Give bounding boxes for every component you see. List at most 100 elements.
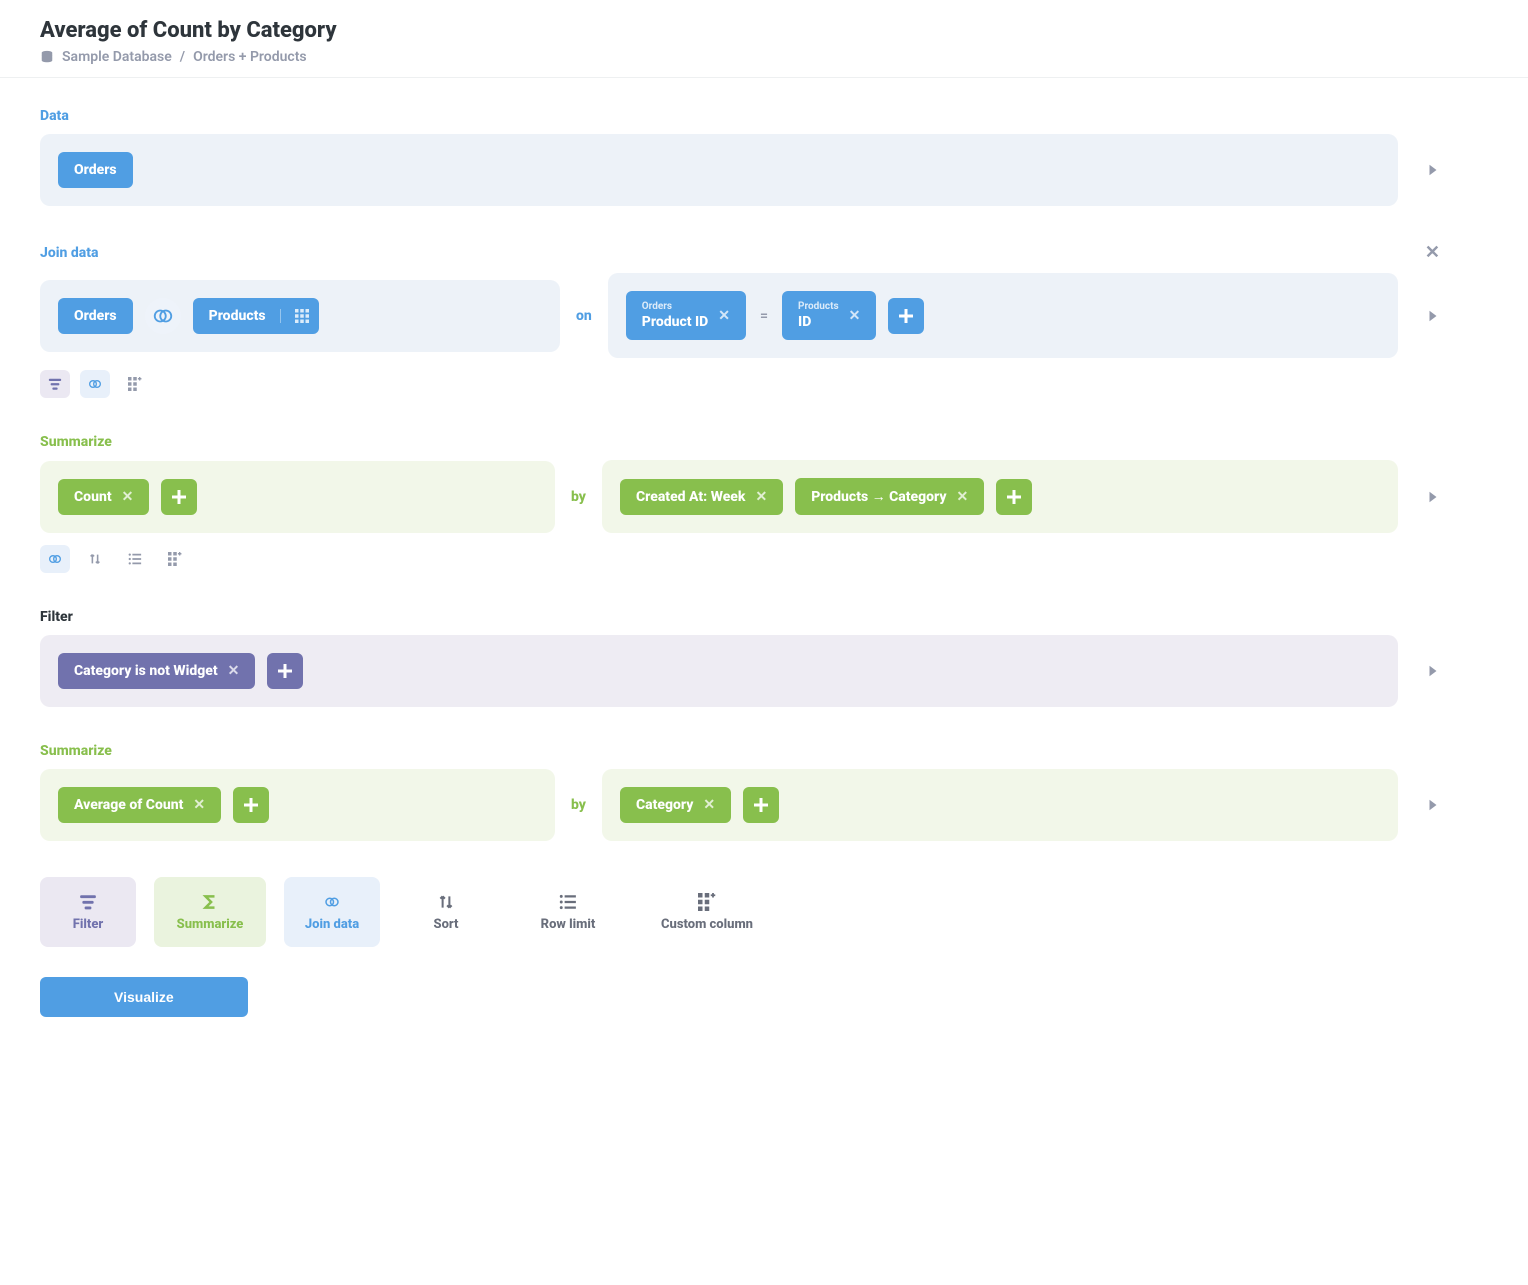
action-rowlimit-button[interactable]: Row limit xyxy=(512,877,624,947)
filter-panel: Category is not Widget ✕ xyxy=(40,635,1398,707)
remove-filter-icon[interactable]: ✕ xyxy=(228,663,240,679)
aggregation-panel-1: Count ✕ xyxy=(40,461,555,533)
action-join-button[interactable]: Join data xyxy=(284,877,380,947)
action-summarize-button[interactable]: Summarize xyxy=(154,877,266,947)
groupby-category-chip[interactable]: Products → Category ✕ xyxy=(795,478,984,515)
join-section: Join data ✕ Orders Products on xyxy=(40,242,1440,398)
plus-icon xyxy=(753,797,769,813)
breadcrumb-database[interactable]: Sample Database xyxy=(62,49,172,65)
summarize-step-actions xyxy=(40,545,1440,573)
plus-icon xyxy=(171,489,187,505)
list-icon xyxy=(559,893,577,911)
join-right-table-chip[interactable]: Products xyxy=(193,298,319,334)
filter-condition-chip[interactable]: Category is not Widget ✕ xyxy=(58,653,255,689)
aggregation-avg-chip[interactable]: Average of Count ✕ xyxy=(58,787,221,823)
grid-plus-icon xyxy=(698,893,716,911)
summarize-by-connector: by xyxy=(567,489,590,505)
add-join-step-button[interactable] xyxy=(80,370,110,398)
breadcrumb-separator: / xyxy=(180,49,185,65)
plus-icon xyxy=(898,308,914,324)
data-source-chip[interactable]: Orders xyxy=(58,152,133,188)
sigma-icon xyxy=(201,893,219,911)
join-columns-icon[interactable] xyxy=(280,309,309,323)
filter-icon xyxy=(79,893,97,911)
remove-left-column-icon[interactable]: ✕ xyxy=(718,308,730,324)
join-left-table-chip[interactable]: Orders xyxy=(58,298,133,334)
data-source-label: Orders xyxy=(74,162,117,178)
page-title: Average of Count by Category xyxy=(40,18,1488,43)
database-icon xyxy=(40,50,54,64)
sort-icon xyxy=(88,552,102,566)
filter-icon xyxy=(48,377,62,391)
join-right-column-chip[interactable]: Products ID ✕ xyxy=(782,291,876,340)
add-groupby-button[interactable] xyxy=(996,479,1032,515)
data-panel: Orders xyxy=(40,134,1398,206)
add-custom-column-step-button[interactable] xyxy=(160,545,190,573)
join-section-label: Join data ✕ xyxy=(40,242,1440,263)
join-on-connector: on xyxy=(572,308,596,324)
join-venn-icon xyxy=(152,305,174,327)
action-custom-column-button[interactable]: Custom column xyxy=(642,877,772,947)
join-equals: = xyxy=(758,308,770,324)
summarize-section-1: Summarize Count ✕ by Created At: Week ✕ … xyxy=(40,434,1440,573)
plus-icon xyxy=(243,797,259,813)
join-left-column-chip[interactable]: Orders Product ID ✕ xyxy=(626,291,746,340)
remove-groupby-icon[interactable]: ✕ xyxy=(957,489,969,505)
add-join-condition-button[interactable] xyxy=(888,298,924,334)
breadcrumb[interactable]: Sample Database / Orders + Products xyxy=(40,49,1488,65)
summarize-section-2-label: Summarize xyxy=(40,743,1440,759)
join-venn-icon xyxy=(87,376,103,392)
preview-chevron-icon[interactable] xyxy=(1426,798,1440,812)
action-sort-button[interactable]: Sort xyxy=(398,877,494,947)
groupby-category-chip[interactable]: Category ✕ xyxy=(620,787,731,823)
grid-plus-icon xyxy=(128,377,142,391)
remove-groupby-icon[interactable]: ✕ xyxy=(755,489,767,505)
preview-chevron-icon[interactable] xyxy=(1426,664,1440,678)
step-action-grid: Filter Summarize Join data Sort Row limi… xyxy=(40,877,1440,947)
groupby-panel-1: Created At: Week ✕ Products → Category ✕ xyxy=(602,460,1398,533)
join-venn-icon xyxy=(47,551,63,567)
add-groupby-button[interactable] xyxy=(743,787,779,823)
query-editor: Data Orders Join data ✕ Orders xyxy=(0,78,1480,1047)
list-icon xyxy=(128,552,142,566)
page-header: Average of Count by Category Sample Data… xyxy=(0,0,1528,78)
preview-chevron-icon[interactable] xyxy=(1426,163,1440,177)
groupby-createdat-chip[interactable]: Created At: Week ✕ xyxy=(620,479,783,515)
remove-aggregation-icon[interactable]: ✕ xyxy=(193,797,205,813)
filter-section-label: Filter xyxy=(40,609,1440,625)
aggregation-count-chip[interactable]: Count ✕ xyxy=(58,479,149,515)
preview-chevron-icon[interactable] xyxy=(1426,490,1440,504)
add-sort-step-button[interactable] xyxy=(80,545,110,573)
summarize-section-1-label: Summarize xyxy=(40,434,1440,450)
add-aggregation-button[interactable] xyxy=(161,479,197,515)
groupby-panel-2: Category ✕ xyxy=(602,769,1398,841)
breadcrumb-tables[interactable]: Orders + Products xyxy=(193,49,307,65)
plus-icon xyxy=(277,663,293,679)
join-condition-panel: Orders Product ID ✕ = Products ID ✕ xyxy=(608,273,1398,358)
join-step-actions xyxy=(40,370,1440,398)
remove-right-column-icon[interactable]: ✕ xyxy=(849,308,861,324)
join-type-button[interactable] xyxy=(145,298,181,334)
add-join-step-button[interactable] xyxy=(40,545,70,573)
data-section-label: Data xyxy=(40,108,1440,124)
add-aggregation-button[interactable] xyxy=(233,787,269,823)
remove-groupby-icon[interactable]: ✕ xyxy=(703,797,715,813)
summarize-by-connector: by xyxy=(567,797,590,813)
filter-section: Filter Category is not Widget ✕ xyxy=(40,609,1440,707)
plus-icon xyxy=(1006,489,1022,505)
add-rowlimit-step-button[interactable] xyxy=(120,545,150,573)
visualize-button[interactable]: Visualize xyxy=(40,977,248,1017)
add-filter-button[interactable] xyxy=(267,653,303,689)
join-tables-panel: Orders Products xyxy=(40,280,560,352)
grid-plus-icon xyxy=(168,552,182,566)
add-filter-step-button[interactable] xyxy=(40,370,70,398)
add-custom-column-step-button[interactable] xyxy=(120,370,150,398)
sort-icon xyxy=(437,893,455,911)
preview-chevron-icon[interactable] xyxy=(1426,309,1440,323)
action-filter-button[interactable]: Filter xyxy=(40,877,136,947)
join-venn-icon xyxy=(323,893,341,911)
remove-aggregation-icon[interactable]: ✕ xyxy=(122,489,134,505)
remove-join-icon[interactable]: ✕ xyxy=(1425,242,1440,263)
aggregation-panel-2: Average of Count ✕ xyxy=(40,769,555,841)
data-section: Data Orders xyxy=(40,108,1440,206)
